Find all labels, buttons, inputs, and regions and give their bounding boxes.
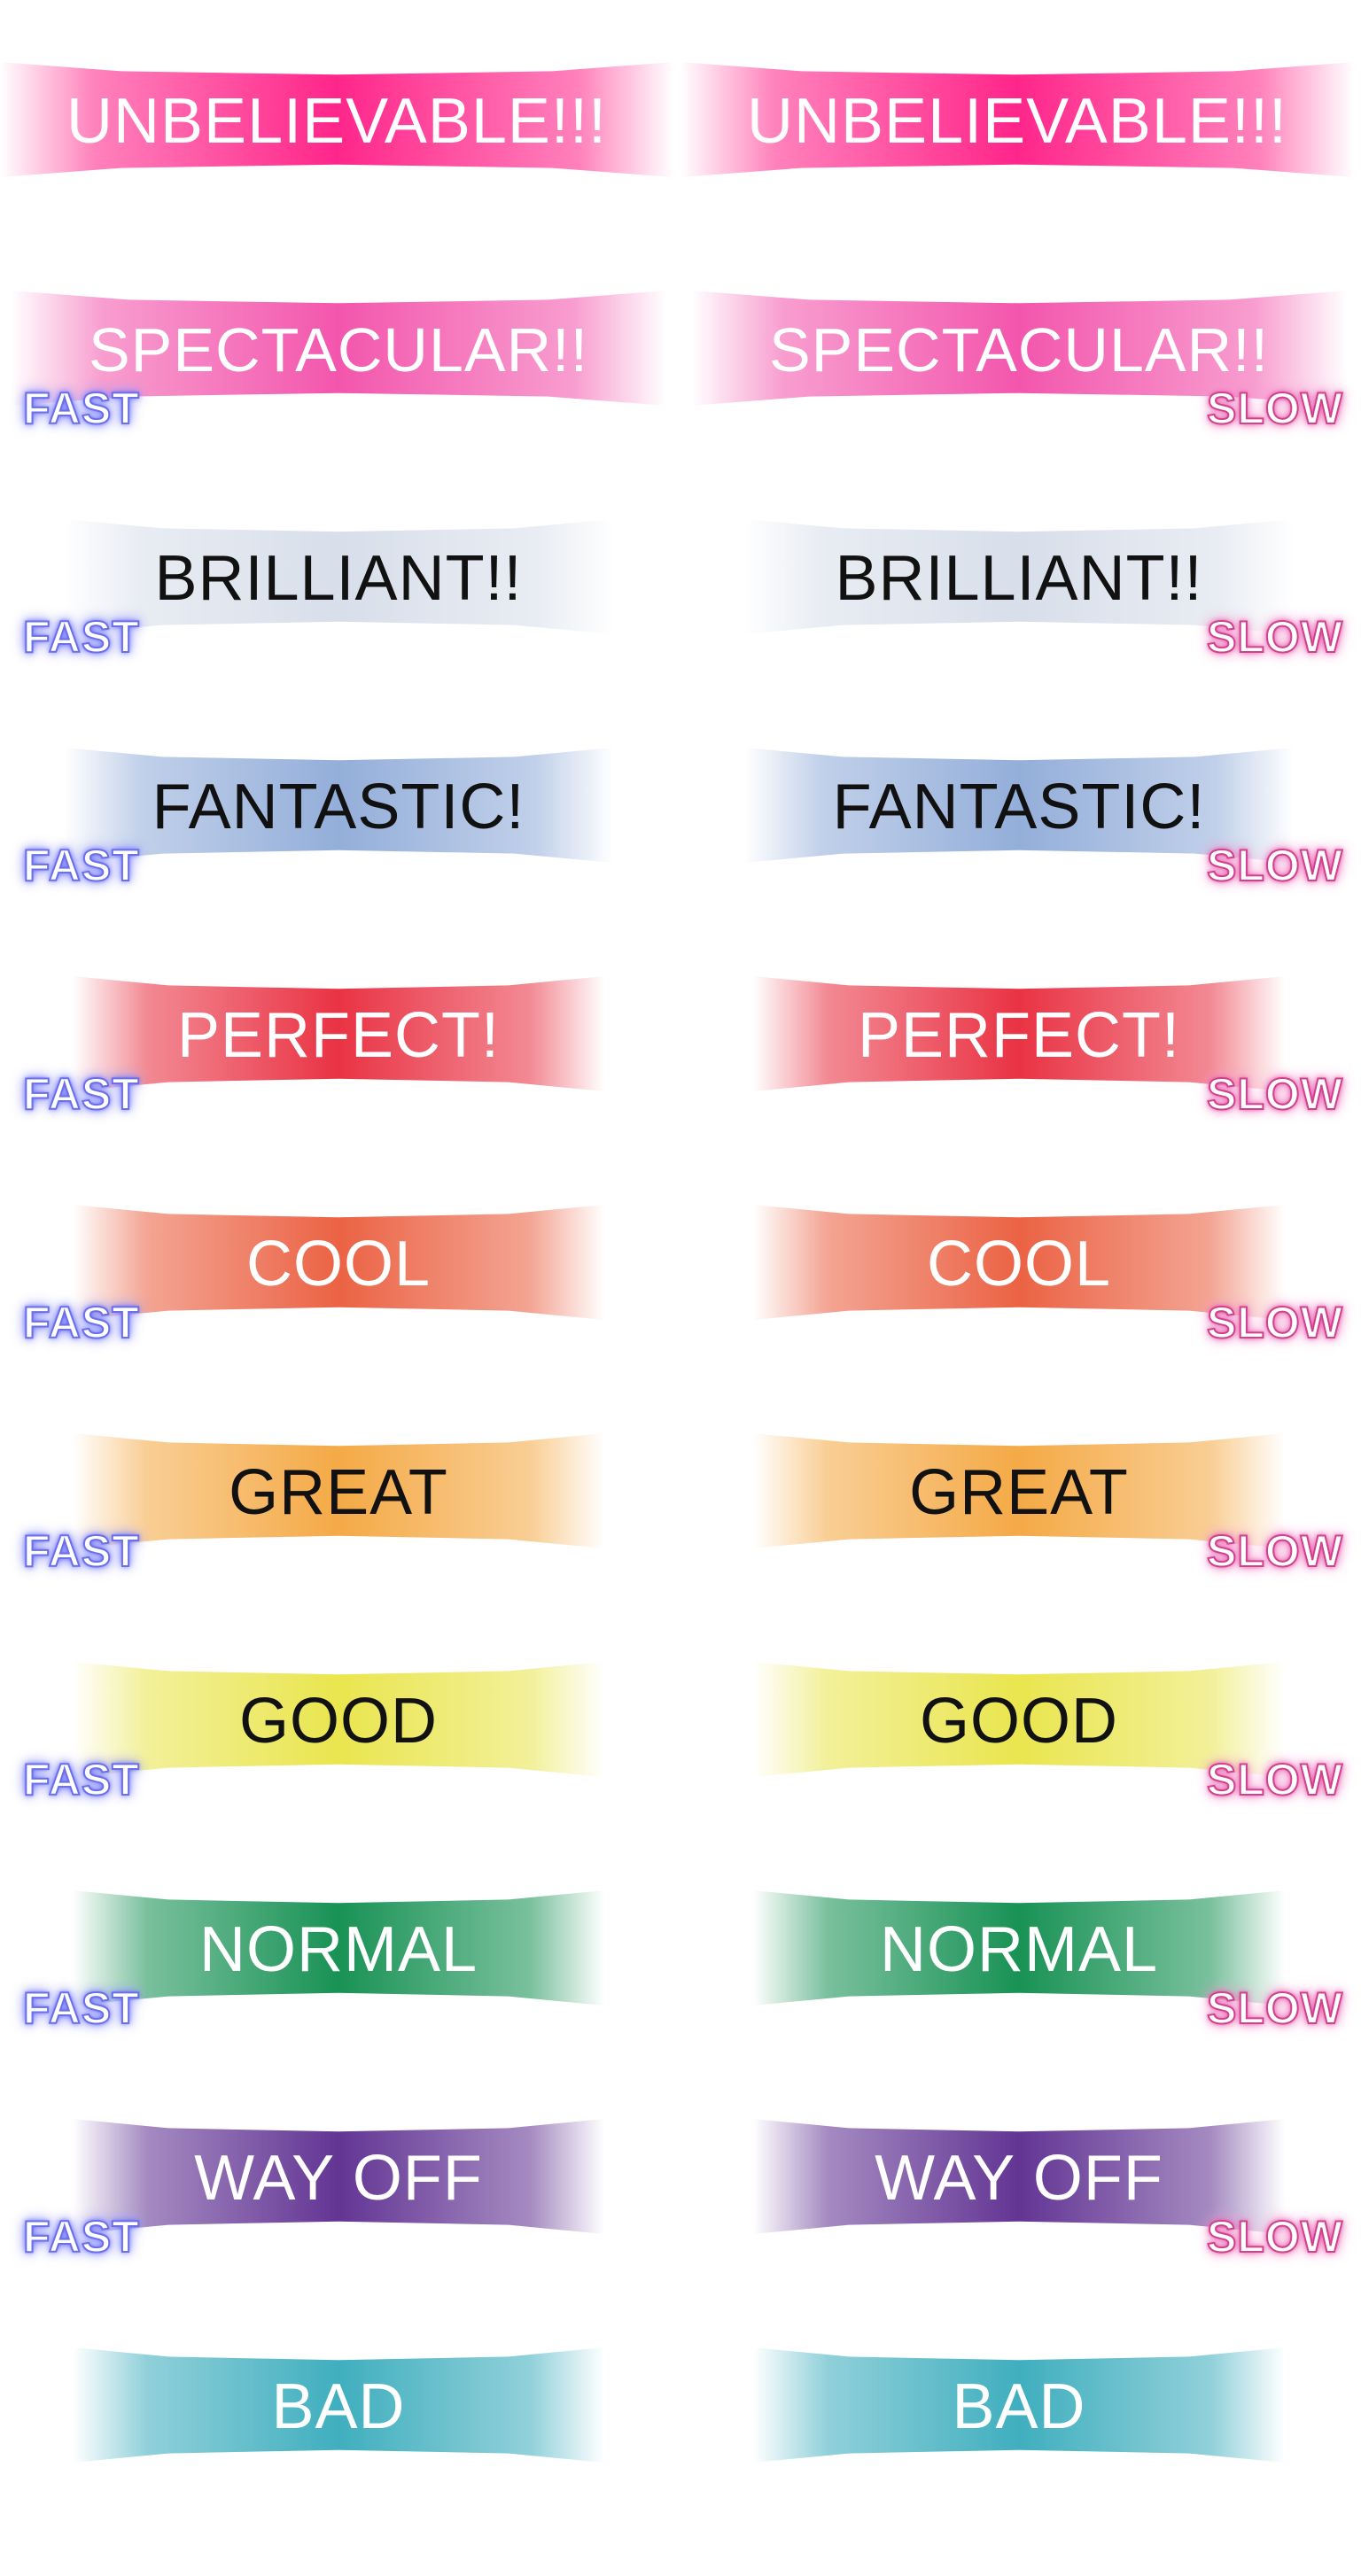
rating-label: BAD (952, 2371, 1086, 2442)
rating-cell-way-off-slow: WAY OFF SLOW (680, 2119, 1361, 2347)
rating-banner: GREAT (753, 1433, 1285, 1548)
rating-banner: GOOD (73, 1662, 604, 1777)
rating-cell-bad-slow: BAD (680, 2347, 1361, 2576)
timing-tag-slow: SLOW (1206, 1982, 1343, 2034)
rating-label: BRILLIANT!! (154, 543, 523, 614)
rating-banner: PERFECT! (73, 976, 604, 1091)
timing-tag-slow: SLOW (1206, 1754, 1343, 1805)
rating-cell-perfect-slow: PERFECT! SLOW (680, 976, 1361, 1205)
timing-tag-slow: SLOW (1206, 840, 1343, 891)
rating-label: COOL (926, 1229, 1112, 1300)
rating-cell-bad-fast: BAD (0, 2347, 680, 2576)
timing-tag-fast: FAST (22, 1068, 140, 1120)
rating-cell-cool-fast: COOL FAST (0, 1205, 680, 1433)
rating-banner: COOL (753, 1205, 1285, 1320)
rating-cell-fantastic-slow: FANTASTIC! SLOW (680, 748, 1361, 976)
rating-label: WAY OFF (194, 2143, 483, 2214)
rating-banner: NORMAL (73, 1890, 604, 2006)
timing-tag-fast: FAST (22, 1982, 140, 2034)
rating-label: PERFECT! (176, 1000, 501, 1071)
rating-cell-normal-fast: NORMAL FAST (0, 1890, 680, 2119)
rating-banner: WAY OFF (753, 2119, 1285, 2234)
rating-cell-spectacular-slow: SPECTACULAR!! SLOW (680, 291, 1361, 519)
timing-tag-fast: FAST (22, 840, 140, 891)
timing-tag-slow: SLOW (1206, 611, 1343, 663)
rating-label: FANTASTIC! (832, 772, 1206, 842)
rating-label: NORMAL (879, 1914, 1159, 1985)
rating-banner: UNBELIEVABLE!!! (680, 62, 1354, 177)
rating-cell-great-fast: GREAT FAST (0, 1433, 680, 1662)
rating-cell-brilliant-slow: BRILLIANT!! SLOW (680, 519, 1361, 748)
timing-tag-slow: SLOW (1206, 1068, 1343, 1120)
rating-banner: GREAT (73, 1433, 604, 1548)
rating-label: NORMAL (198, 1914, 478, 1985)
rating-cell-way-off-fast: WAY OFF FAST (0, 2119, 680, 2347)
timing-tag-fast: FAST (22, 2211, 140, 2262)
timing-tag-fast: FAST (22, 383, 140, 434)
timing-tag-fast: FAST (22, 1754, 140, 1805)
rating-label: SPECTACULAR!! (88, 315, 589, 384)
rating-label: GREAT (229, 1457, 448, 1528)
rating-label: GREAT (909, 1457, 1129, 1528)
rating-cell-good-slow: GOOD SLOW (680, 1662, 1361, 1890)
rating-label: BRILLIANT!! (835, 543, 1203, 614)
rating-label: UNBELIEVABLE!!! (747, 86, 1287, 157)
rating-cell-cool-slow: COOL SLOW (680, 1205, 1361, 1433)
timing-tag-slow: SLOW (1206, 2211, 1343, 2262)
rating-banner: COOL (73, 1205, 604, 1320)
rating-label: WAY OFF (875, 2143, 1163, 2214)
rating-banner: BAD (73, 2347, 604, 2463)
rating-cell-unbelievable-fast: UNBELIEVABLE!!! (0, 62, 680, 291)
rating-cell-good-fast: GOOD FAST (0, 1662, 680, 1890)
rating-banner-sheet: UNBELIEVABLE!!! UNBELIEVABLE!!! SPECTACULA… (0, 0, 1361, 2495)
timing-tag-fast: FAST (22, 1297, 140, 1348)
timing-tag-fast: FAST (22, 611, 140, 663)
rating-label: PERFECT! (857, 1000, 1181, 1071)
rating-banner: UNBELIEVABLE!!! (0, 62, 673, 177)
rating-banner: BAD (753, 2347, 1285, 2463)
rating-cell-great-slow: GREAT SLOW (680, 1433, 1361, 1662)
rating-banner: WAY OFF (73, 2119, 604, 2234)
rating-label: BAD (271, 2371, 406, 2442)
rating-banner: BRILLIANT!! (64, 519, 613, 634)
rating-banner: NORMAL (753, 1890, 1285, 2006)
rating-banner: PERFECT! (753, 976, 1285, 1091)
timing-tag-slow: SLOW (1206, 1297, 1343, 1348)
timing-tag-slow: SLOW (1206, 1525, 1343, 1577)
rating-cell-perfect-fast: PERFECT! FAST (0, 976, 680, 1205)
rating-label: SPECTACULAR!! (768, 315, 1270, 384)
timing-tag-fast: FAST (22, 1525, 140, 1577)
rating-cell-fantastic-fast: FANTASTIC! FAST (0, 748, 680, 976)
rating-banner: GOOD (753, 1662, 1285, 1777)
rating-cell-spectacular-fast: SPECTACULAR!! FAST (0, 291, 680, 519)
rating-cell-brilliant-fast: BRILLIANT!! FAST (0, 519, 680, 748)
rating-cell-unbelievable-slow: UNBELIEVABLE!!! (680, 62, 1361, 291)
rating-cell-normal-slow: NORMAL SLOW (680, 1890, 1361, 2119)
rating-label: FANTASTIC! (152, 772, 525, 842)
rating-label: COOL (245, 1229, 432, 1300)
rating-label: UNBELIEVABLE!!! (66, 86, 607, 157)
rating-label: GOOD (238, 1686, 438, 1757)
timing-tag-slow: SLOW (1206, 383, 1343, 434)
rating-banner: FANTASTIC! (64, 748, 613, 863)
rating-label: GOOD (919, 1686, 1118, 1757)
